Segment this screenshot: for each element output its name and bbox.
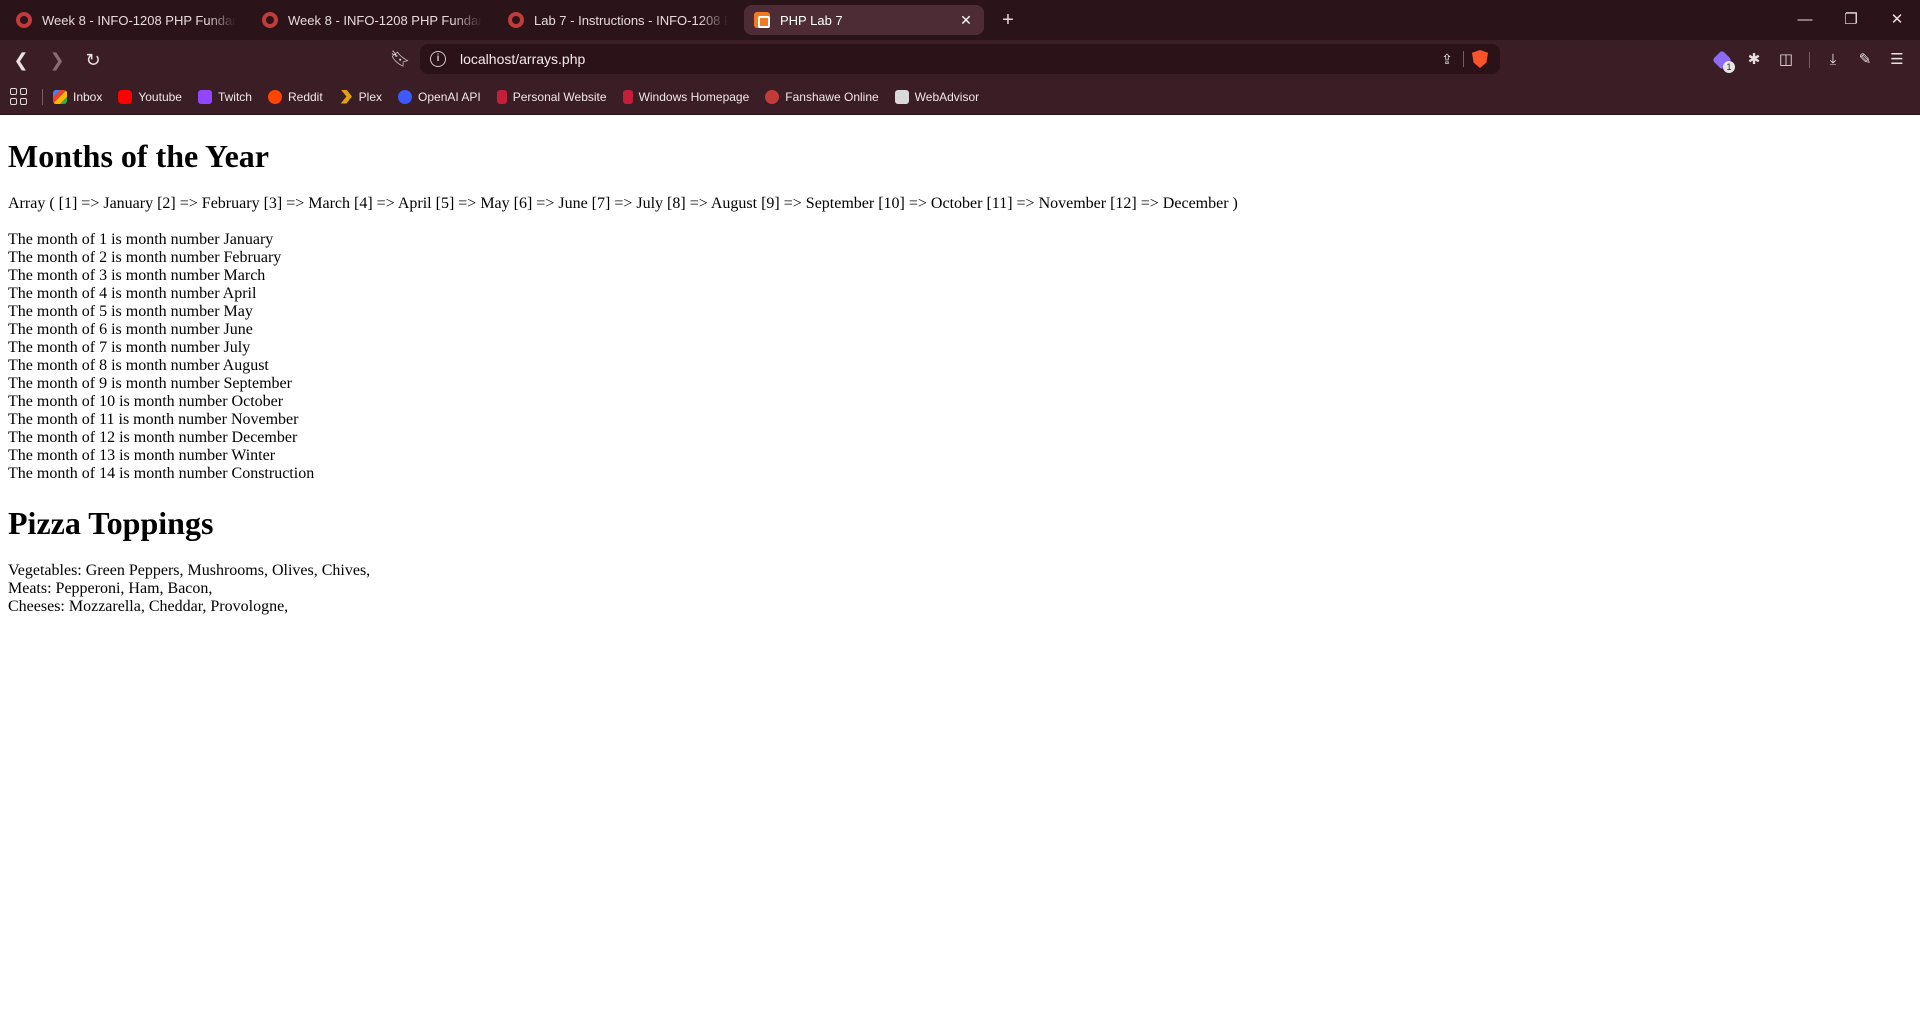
month-line: The month of 14 is month number Construc…	[8, 465, 315, 482]
bookmark-windows-homepage[interactable]: Windows Homepage	[622, 89, 749, 104]
extensions-badge: 1	[1723, 61, 1735, 73]
openai-icon	[398, 89, 413, 104]
tab-strip: Week 8 - INFO-1208 PHP Fundamentals Week…	[0, 0, 1920, 40]
topping-line: Vegetables: Green Peppers, Mushrooms, Ol…	[8, 562, 371, 579]
topping-line: Cheeses: Mozzarella, Cheddar, Provologne…	[8, 598, 289, 615]
download-icon[interactable]: ⤓	[1818, 45, 1848, 75]
month-line: The month of 8 is month number August	[8, 357, 269, 374]
bookmark-plex[interactable]: Plex	[339, 89, 382, 104]
topping-list: Vegetables: Green Peppers, Mushrooms, Ol…	[8, 562, 1912, 616]
tab-title: Week 8 - INFO-1208 PHP Fundamentals	[42, 12, 236, 28]
bookmarks-bar: Inbox Youtube Twitch Reddit Plex OpenAI …	[0, 79, 1920, 115]
extensions-icon[interactable]: ✱	[1739, 45, 1769, 75]
page-content: Months of the Year Array ( [1] => Januar…	[0, 116, 1920, 1032]
tab-title: Lab 7 - Instructions - INFO-1208 PHP	[534, 12, 728, 28]
month-line: The month of 1 is month number January	[8, 231, 274, 248]
tab-title: PHP Lab 7	[780, 12, 843, 28]
bookmark-youtube[interactable]: Youtube	[118, 89, 182, 104]
youtube-icon	[118, 89, 133, 104]
url-text[interactable]: localhost/arrays.php	[460, 51, 1437, 67]
month-line: The month of 6 is month number June	[8, 321, 253, 338]
restore-icon[interactable]: ❐	[1828, 0, 1874, 40]
month-list: The month of 1 is month number January T…	[8, 231, 1912, 483]
apps-grid-icon[interactable]	[10, 87, 28, 106]
month-line: The month of 10 is month number October	[8, 393, 284, 410]
fanshawe-online-icon	[262, 12, 278, 28]
back-icon[interactable]: ❮	[6, 45, 36, 75]
month-line: The month of 4 is month number April	[8, 285, 257, 302]
fanshawe-online-icon	[16, 12, 32, 28]
month-line: The month of 7 is month number July	[8, 339, 251, 356]
month-line: The month of 5 is month number May	[8, 303, 253, 320]
bookmark-personal-website[interactable]: Personal Website	[496, 89, 607, 104]
plex-icon	[340, 89, 352, 104]
site-info-icon[interactable]: i	[430, 51, 446, 67]
brave-shields-icon[interactable]	[1472, 50, 1488, 68]
pizza-heading: Pizza Toppings	[8, 505, 214, 541]
tab-lab7-instructions[interactable]: Lab 7 - Instructions - INFO-1208 PHP	[498, 5, 738, 35]
windows-homepage-icon	[622, 89, 633, 104]
fanshawe-online-icon	[765, 89, 780, 104]
bookmarks-divider	[42, 88, 43, 105]
month-line: The month of 9 is month number September	[8, 375, 292, 392]
month-line: The month of 12 is month number December	[8, 429, 298, 446]
months-heading: Months of the Year	[8, 138, 269, 174]
bookmark-page-icon[interactable]: 🔖︎	[385, 45, 415, 75]
address-bar[interactable]: i localhost/arrays.php ⇪	[420, 44, 1500, 74]
bookmark-reddit[interactable]: Reddit	[267, 89, 323, 104]
share-icon[interactable]: ⇪	[1437, 49, 1457, 69]
bookmark-openai-api[interactable]: OpenAI API	[398, 89, 481, 104]
topping-line: Meats: Pepperoni, Ham, Bacon,	[8, 580, 213, 597]
leo-ai-icon[interactable]: ✎	[1850, 45, 1880, 75]
tab-week8-b[interactable]: Week 8 - INFO-1208 PHP Fundamentals	[252, 5, 492, 35]
close-window-icon[interactable]: ✕	[1874, 0, 1920, 40]
new-tab-button[interactable]: +	[994, 6, 1022, 34]
menu-icon[interactable]: ☰	[1882, 45, 1912, 75]
personal-website-icon	[496, 89, 507, 104]
tab-title: Week 8 - INFO-1208 PHP Fundamentals	[288, 12, 482, 28]
toolbar-right: 1 ✱ ◫ ⤓ ✎ ☰	[1707, 45, 1912, 75]
bookmark-twitch[interactable]: Twitch	[197, 89, 252, 104]
window-controls: — ❐ ✕	[1782, 0, 1920, 40]
forward-icon[interactable]: ❯	[42, 45, 72, 75]
gmail-icon	[53, 89, 67, 104]
month-line: The month of 3 is month number March	[8, 267, 266, 284]
navigation-toolbar: ❮ ❯ ↻ 🔖︎ i localhost/arrays.php ⇪ 1 ✱ ◫ …	[0, 40, 1920, 79]
wallet-icon[interactable]: 1	[1707, 45, 1737, 75]
twitch-icon	[197, 89, 212, 104]
tab-week8-a[interactable]: Week 8 - INFO-1208 PHP Fundamentals	[6, 5, 246, 35]
tab-php-lab7[interactable]: PHP Lab 7 ✕	[744, 5, 984, 35]
webadvisor-icon	[894, 89, 909, 104]
sidebar-icon[interactable]: ◫	[1771, 45, 1801, 75]
close-tab-icon[interactable]: ✕	[958, 12, 974, 28]
xampp-icon	[754, 12, 770, 28]
toolbar-divider	[1809, 52, 1810, 68]
address-divider	[1463, 51, 1464, 67]
bookmark-inbox[interactable]: Inbox	[53, 89, 102, 104]
month-line: The month of 11 is month number November	[8, 411, 299, 428]
month-line: The month of 13 is month number Winter	[8, 447, 276, 464]
array-dump: Array ( [1] => January [2] => February […	[8, 195, 1238, 212]
month-line: The month of 2 is month number February	[8, 249, 282, 266]
reload-icon[interactable]: ↻	[78, 45, 108, 75]
minimize-icon[interactable]: —	[1782, 0, 1828, 40]
fanshawe-online-icon	[508, 12, 524, 28]
browser-chrome: Week 8 - INFO-1208 PHP Fundamentals Week…	[0, 0, 1920, 115]
bookmark-fanshawe-online[interactable]: Fanshawe Online	[765, 89, 879, 104]
bookmark-webadvisor[interactable]: WebAdvisor	[894, 89, 979, 104]
reddit-icon	[267, 89, 282, 104]
